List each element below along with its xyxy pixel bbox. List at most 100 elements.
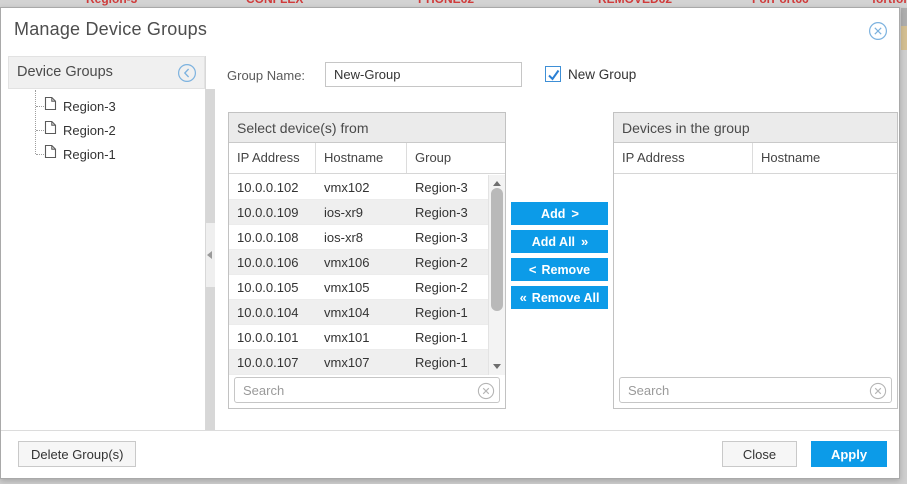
manage-device-groups-dialog: Manage Device Groups Device Groups Regio… [0, 7, 900, 479]
splitter-collapse-handle[interactable] [206, 223, 215, 287]
transfer-buttons: Add> Add All » < Remove « Remove All [511, 202, 608, 309]
sidebar-title: Device Groups [17, 57, 113, 88]
close-icon [868, 29, 888, 44]
tree-item-label: Region-2 [63, 123, 116, 138]
device-ip: 10.0.0.106 [229, 255, 316, 270]
clear-circle-x-icon [477, 388, 495, 403]
scroll-down-arrow[interactable] [493, 364, 501, 369]
file-icon [44, 120, 57, 140]
column-header-ip-address[interactable]: IP Address [229, 143, 316, 173]
background-text-fragment: CONFLEX [246, 0, 303, 6]
column-header-hostname[interactable]: Hostname [316, 143, 407, 173]
device-row[interactable]: 10.0.0.106vmx106Region-2 [229, 250, 488, 275]
transfer-button-label: Remove [541, 263, 590, 277]
group-name-label: Group Name: [227, 68, 305, 83]
add-all-button[interactable]: Add All » [511, 230, 608, 253]
dialog-title: Manage Device Groups [14, 19, 207, 40]
scroll-up-arrow[interactable] [493, 181, 501, 186]
device-row[interactable]: 10.0.0.104vmx104Region-1 [229, 300, 488, 325]
group-devices-column-header: IP Address Hostname [614, 143, 897, 174]
device-group: Region-3 [407, 180, 488, 195]
new-group-checkbox[interactable] [545, 66, 561, 82]
device-ip: 10.0.0.101 [229, 330, 316, 345]
sidebar-splitter [206, 89, 215, 430]
sidebar-collapse-button[interactable] [177, 63, 197, 83]
column-header-hostname[interactable]: Hostname [753, 143, 897, 173]
device-group: Region-3 [407, 205, 488, 220]
device-hostname: ios-xr9 [316, 205, 407, 220]
tree-item-region-3[interactable]: Region-3 [8, 94, 205, 118]
device-ip: 10.0.0.109 [229, 205, 316, 220]
clear-circle-x-icon [869, 388, 887, 403]
device-group: Region-2 [407, 280, 488, 295]
device-pool-scrollbar [488, 175, 505, 375]
device-ip: 10.0.0.102 [229, 180, 316, 195]
device-group: Region-3 [407, 230, 488, 245]
chevron-left-circle-icon [177, 71, 197, 86]
device-hostname: vmx105 [316, 280, 407, 295]
device-row[interactable]: 10.0.0.107vmx107Region-1 [229, 350, 488, 375]
device-row[interactable]: 10.0.0.109ios-xr9Region-3 [229, 200, 488, 225]
add-button[interactable]: Add> [511, 202, 608, 225]
device-pool-search-clear-button[interactable] [477, 382, 495, 400]
transfer-button-label: Add All [532, 235, 575, 249]
device-groups-sidebar: Device Groups Region-3 Region-2 Region-1 [8, 56, 206, 430]
background-text-fragment: Region-3 [86, 0, 137, 6]
group-devices-search [619, 377, 892, 403]
sidebar-header: Device Groups [8, 56, 205, 89]
chevron-left-icon: « [520, 290, 526, 305]
scrollbar-thumb[interactable] [491, 188, 503, 311]
background-text-fragment: ForPort66 [752, 0, 809, 6]
chevron-left-icon: < [529, 262, 536, 277]
select-devices-panel: Select device(s) from IP Address Hostnam… [228, 112, 506, 409]
remove-button[interactable]: < Remove [511, 258, 608, 281]
file-icon [44, 96, 57, 116]
device-row[interactable]: 10.0.0.102vmx102Region-3 [229, 175, 488, 200]
background-page-edge-fragment [901, 26, 907, 50]
transfer-button-label: Remove All [532, 291, 600, 305]
background-page-edge [901, 8, 907, 26]
select-devices-panel-title: Select device(s) from [229, 113, 505, 143]
delete-groups-button[interactable]: Delete Group(s) [18, 441, 136, 467]
device-group: Region-1 [407, 305, 488, 320]
dialog-close-button[interactable] [868, 21, 888, 41]
tree-item-label: Region-3 [63, 99, 116, 114]
device-ip: 10.0.0.105 [229, 280, 316, 295]
devices-in-group-panel: Devices in the group IP Address Hostname [613, 112, 898, 409]
remove-all-button[interactable]: « Remove All [511, 286, 608, 309]
tree-item-region-2[interactable]: Region-2 [8, 118, 205, 142]
device-hostname: vmx104 [316, 305, 407, 320]
device-ip: 10.0.0.108 [229, 230, 316, 245]
column-header-group[interactable]: Group [407, 143, 505, 173]
chevron-right-icon: » [581, 234, 587, 249]
device-row[interactable]: 10.0.0.101vmx101Region-1 [229, 325, 488, 350]
background-page-strip: Region-3 CONFLEX PHONE62 REMOVED62 ForPort66… [0, 0, 907, 7]
device-hostname: vmx107 [316, 355, 407, 370]
device-group: Region-1 [407, 330, 488, 345]
close-button[interactable]: Close [722, 441, 797, 467]
group-devices-search-clear-button[interactable] [869, 382, 887, 400]
new-group-checkbox-label: New Group [568, 67, 636, 82]
screen: Region-3 CONFLEX PHONE62 REMOVED62 ForPort66… [0, 0, 907, 484]
tree-item-region-1[interactable]: Region-1 [8, 142, 205, 166]
device-hostname: vmx106 [316, 255, 407, 270]
background-text-fragment: fortforto [872, 0, 907, 6]
group-name-input[interactable] [325, 62, 522, 87]
group-devices-search-input[interactable] [620, 378, 891, 402]
device-pool-table-body: 10.0.0.102vmx102Region-310.0.0.109ios-xr… [229, 175, 488, 375]
background-text-fragment: REMOVED62 [598, 0, 672, 6]
device-pool-search [234, 377, 500, 403]
background-text-fragment: PHONE62 [418, 0, 474, 6]
group-devices-table-body [614, 175, 897, 375]
device-row[interactable]: 10.0.0.108ios-xr8Region-3 [229, 225, 488, 250]
column-header-ip-address[interactable]: IP Address [614, 143, 753, 173]
device-row[interactable]: 10.0.0.105vmx105Region-2 [229, 275, 488, 300]
device-hostname: ios-xr8 [316, 230, 407, 245]
device-group: Region-2 [407, 255, 488, 270]
device-pool-search-input[interactable] [235, 378, 499, 402]
collapse-left-arrow-icon [207, 251, 212, 259]
device-groups-tree: Region-3 Region-2 Region-1 [8, 94, 205, 166]
transfer-button-label: Add [541, 207, 565, 221]
apply-button[interactable]: Apply [811, 441, 887, 467]
file-icon [44, 144, 57, 164]
